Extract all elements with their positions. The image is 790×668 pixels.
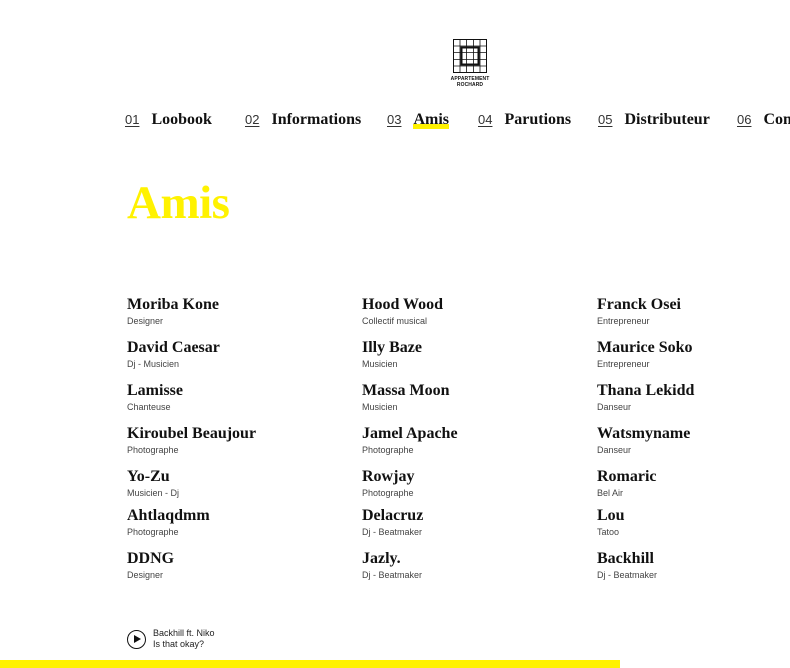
nav-item-contact[interactable]: 06 Con (737, 111, 790, 129)
friend-role: Entrepreneur (597, 316, 650, 326)
friend-name: Rowjay (362, 468, 415, 485)
friend-name: Watsmyname (597, 425, 691, 442)
friend-name: DDNG (127, 550, 175, 567)
friend-name: Backhill (597, 550, 654, 567)
nav-label: Amis (413, 111, 450, 129)
logo-line-2: ROCHARD (456, 82, 484, 88)
track-info: Backhill ft. Niko Is that okay? (153, 628, 215, 650)
friend-name: Delacruz (362, 507, 424, 524)
nav-item-loobook[interactable]: 01 Loobook (125, 111, 212, 129)
friend-name: Kiroubel Beaujour (127, 425, 257, 442)
friend-role: Dj - Beatmaker (362, 527, 423, 537)
nav-label: Informations (271, 111, 362, 128)
nav-item-informations[interactable]: 02 Informations (245, 111, 361, 129)
nav-number: 04 (478, 112, 493, 127)
friend-item: Ahtlaqdmm Photographe (127, 506, 347, 538)
friend-name: Yo-Zu (127, 468, 170, 485)
friend-role: Photographe (127, 445, 179, 455)
nav-number: 01 (125, 112, 140, 127)
nav-item-distributeur[interactable]: 05 Distributeur (598, 111, 710, 129)
friend-item: Massa Moon Musicien (362, 381, 582, 413)
friend-role: Entrepreneur (597, 359, 650, 369)
friend-role: Musicien (362, 359, 398, 369)
friend-item: Maurice Soko Entrepreneur (597, 338, 787, 370)
friend-name: Hood Wood (362, 296, 444, 313)
audio-progress-fill (0, 660, 621, 668)
friend-role: Photographe (127, 527, 179, 537)
friend-role: Dj - Beatmaker (597, 570, 658, 580)
nav-label: Loobook (151, 111, 212, 128)
friend-item: Jamel Apache Photographe (362, 424, 582, 456)
friend-name: Romaric (597, 468, 657, 485)
nav-number: 06 (737, 112, 752, 127)
friend-role: Danseur (597, 445, 632, 455)
friend-role: Dj - Musicien (127, 359, 180, 369)
friend-item: Thana Lekidd Danseur (597, 381, 787, 413)
friend-name: Thana Lekidd (597, 382, 695, 399)
friend-item: Lou Tatoo (597, 506, 787, 538)
nav-number: 02 (245, 112, 260, 127)
friend-role: Photographe (362, 445, 414, 455)
friend-role: Danseur (597, 402, 632, 412)
play-icon (134, 635, 141, 643)
friend-name: Lamisse (127, 382, 183, 399)
friend-item: DDNG Designer (127, 549, 347, 581)
friend-name: Jamel Apache (362, 425, 458, 442)
audio-player: Backhill ft. Niko Is that okay? (127, 628, 215, 650)
friend-item: Rowjay Photographe (362, 467, 582, 499)
nav-item-parutions[interactable]: 04 Parutions (478, 111, 571, 129)
friend-item: Illy Baze Musicien (362, 338, 582, 370)
friend-role: Musicien - Dj (127, 488, 180, 498)
track-subtitle: Is that okay? (153, 639, 205, 649)
friend-name: Moriba Kone (127, 296, 219, 313)
friend-role: Designer (127, 316, 164, 326)
friend-item: Moriba Kone Designer (127, 295, 347, 327)
logo-grid-icon (453, 39, 487, 73)
audio-progress-bar[interactable] (0, 660, 790, 668)
play-button[interactable] (127, 629, 146, 649)
friend-role: Tatoo (597, 527, 620, 537)
friend-item: Yo-Zu Musicien - Dj (127, 467, 347, 499)
friend-item: Watsmyname Danseur (597, 424, 787, 456)
friend-item: Delacruz Dj - Beatmaker (362, 506, 582, 538)
nav-label: Distributeur (624, 111, 710, 128)
friend-name: Ahtlaqdmm (127, 507, 210, 524)
friend-item: Kiroubel Beaujour Photographe (127, 424, 347, 456)
friend-role: Musicien (362, 402, 398, 412)
friend-role: Dj - Beatmaker (362, 570, 423, 580)
friend-name: David Caesar (127, 339, 220, 356)
nav-label: Parutions (504, 111, 572, 128)
nav-number: 05 (598, 112, 613, 127)
friend-role: Photographe (362, 488, 414, 498)
nav-label: Con (763, 111, 790, 128)
logo[interactable]: APPARTEMENT ROCHARD (451, 39, 490, 88)
logo-text: APPARTEMENT ROCHARD (451, 76, 490, 88)
friend-role: Designer (127, 570, 164, 580)
friend-item: David Caesar Dj - Musicien (127, 338, 347, 370)
friend-name: Massa Moon (362, 382, 450, 399)
friend-item: Franck Osei Entrepreneur (597, 295, 787, 327)
friend-name: Jazly. (362, 550, 401, 567)
nav-number: 03 (387, 112, 402, 127)
friend-item: Backhill Dj - Beatmaker (597, 549, 787, 581)
friend-item: Lamisse Chanteuse (127, 381, 347, 413)
friend-name: Illy Baze (362, 339, 422, 356)
friend-role: Collectif musical (362, 316, 428, 326)
friend-name: Franck Osei (597, 296, 681, 313)
friend-item: Hood Wood Collectif musical (362, 295, 582, 327)
friend-role: Chanteuse (127, 402, 171, 412)
friend-name: Lou (597, 507, 625, 524)
friend-item: Jazly. Dj - Beatmaker (362, 549, 582, 581)
friend-item: Romaric Bel Air (597, 467, 787, 499)
track-title: Backhill ft. Niko (153, 628, 215, 638)
friend-name: Maurice Soko (597, 339, 693, 356)
nav-item-amis[interactable]: 03 Amis (387, 111, 450, 129)
page-title: Amis (127, 177, 230, 229)
friend-role: Bel Air (597, 488, 624, 498)
